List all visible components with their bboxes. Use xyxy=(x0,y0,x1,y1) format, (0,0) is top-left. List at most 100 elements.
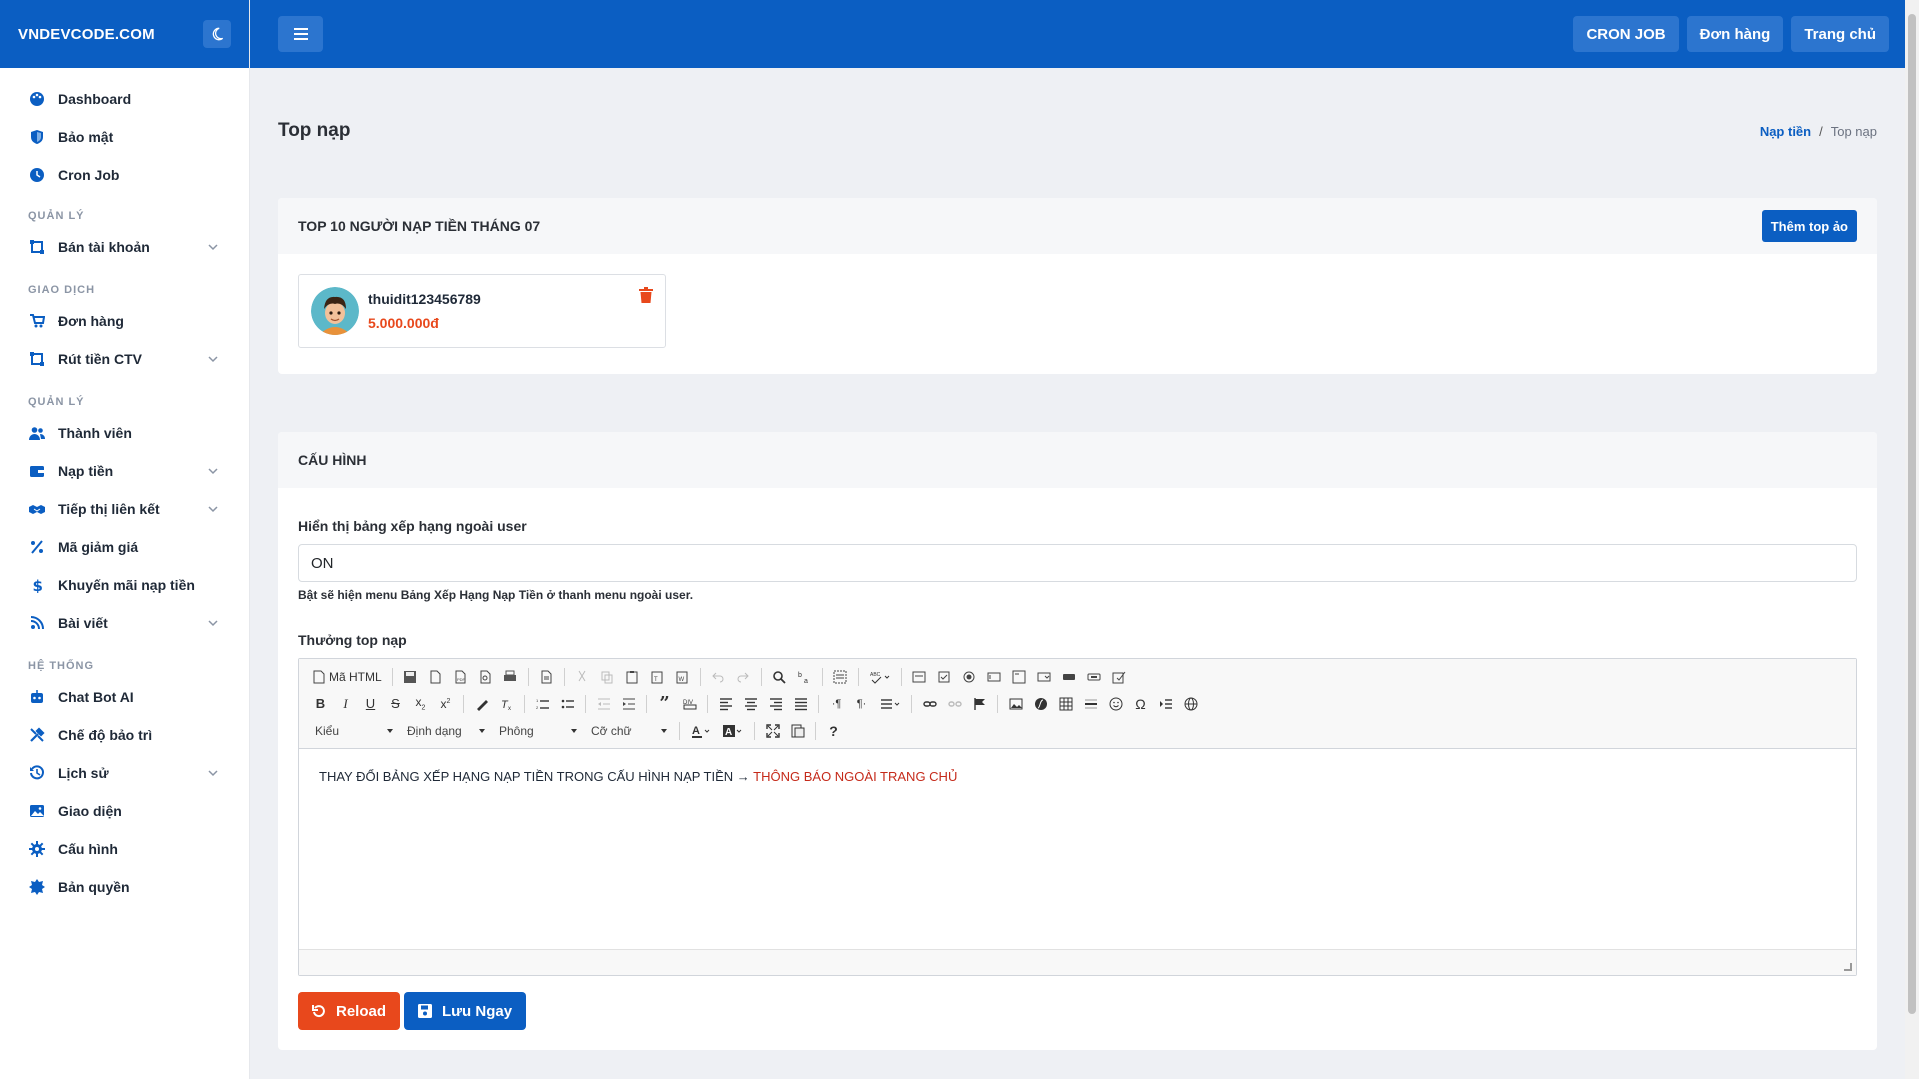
anchor-flag-icon[interactable] xyxy=(968,693,991,715)
sidebar-item-don-hang[interactable]: Đơn hàng xyxy=(0,302,249,340)
paste-word-icon[interactable]: W xyxy=(671,666,694,688)
cron-job-button[interactable]: CRON JOB xyxy=(1573,16,1679,52)
hidden-field-icon[interactable] xyxy=(1108,666,1131,688)
orders-button[interactable]: Đơn hàng xyxy=(1686,16,1784,52)
display-ranking-select[interactable]: ON xyxy=(298,544,1857,582)
text-field-icon[interactable] xyxy=(983,666,1006,688)
sidebar-item-ban-quyen[interactable]: Bản quyền xyxy=(0,868,249,906)
spellcheck-icon[interactable]: ABC xyxy=(865,666,895,688)
underline-icon[interactable]: U xyxy=(359,693,382,715)
new-page-icon[interactable] xyxy=(424,666,447,688)
table-icon[interactable] xyxy=(1054,693,1077,715)
page-scrollbar[interactable] xyxy=(1905,0,1919,1079)
dark-mode-toggle[interactable] xyxy=(203,20,231,48)
save-doc-icon[interactable] xyxy=(399,666,422,688)
copy-icon[interactable] xyxy=(596,666,619,688)
indent-icon[interactable] xyxy=(617,693,640,715)
superscript-icon[interactable]: x2 xyxy=(434,693,457,715)
text-color-icon[interactable]: A xyxy=(686,720,716,742)
menu-toggle-button[interactable] xyxy=(278,16,323,52)
format-dropdown[interactable]: Định dạng xyxy=(401,720,491,742)
select-all-icon[interactable] xyxy=(829,666,852,688)
sidebar-item-chat-bot-ai[interactable]: Chat Bot AI xyxy=(0,678,249,716)
align-right-icon[interactable] xyxy=(764,693,787,715)
unlink-icon[interactable] xyxy=(943,693,966,715)
reload-button[interactable]: Reload xyxy=(298,992,401,1030)
paste-icon[interactable] xyxy=(621,666,644,688)
undo-icon[interactable] xyxy=(707,666,730,688)
sidebar-item-tiep-thi-lien-ket[interactable]: Tiếp thị liên kết xyxy=(0,490,249,528)
styles-dropdown[interactable]: Kiểu xyxy=(309,720,399,742)
sidebar-item-khuyen-mai-nap-tien[interactable]: $ Khuyến mãi nạp tiền xyxy=(0,566,249,604)
textarea-icon[interactable] xyxy=(1008,666,1031,688)
sidebar-item-dashboard[interactable]: Dashboard xyxy=(0,80,249,118)
radio-icon[interactable] xyxy=(958,666,981,688)
breadcrumb-parent-link[interactable]: Nạp tiền xyxy=(1760,124,1811,139)
subscript-icon[interactable]: x2 xyxy=(409,693,432,715)
bold-icon[interactable]: B xyxy=(309,693,332,715)
paste-text-icon[interactable]: T xyxy=(646,666,669,688)
sidebar-item-cau-hinh[interactable]: Cấu hình xyxy=(0,830,249,868)
align-left-icon[interactable] xyxy=(714,693,737,715)
maximize-icon[interactable] xyxy=(761,720,784,742)
scrollbar-thumb[interactable] xyxy=(1908,14,1916,1014)
strikethrough-icon[interactable]: S xyxy=(384,693,407,715)
sidebar-item-bai-viet[interactable]: Bài viết xyxy=(0,604,249,642)
show-blocks-icon[interactable] xyxy=(786,720,809,742)
editor-content[interactable]: THAY ĐỔI BẢNG XẾP HẠNG NẠP TIỀN TRONG CẤ… xyxy=(299,749,1856,949)
iframe-globe-icon[interactable] xyxy=(1179,693,1202,715)
insert-image-icon[interactable] xyxy=(1004,693,1027,715)
sidebar-item-giao-dien[interactable]: Giao diện xyxy=(0,792,249,830)
export-pdf-icon[interactable]: PDF xyxy=(449,666,472,688)
numbered-list-icon[interactable]: 12 xyxy=(531,693,554,715)
templates-icon[interactable] xyxy=(535,666,558,688)
copy-format-icon[interactable] xyxy=(470,693,493,715)
sidebar-item-bao-mat[interactable]: Bảo mật xyxy=(0,118,249,156)
cut-icon[interactable] xyxy=(571,666,594,688)
home-button[interactable]: Trang chủ xyxy=(1791,16,1889,52)
print-icon[interactable] xyxy=(499,666,522,688)
form-icon[interactable] xyxy=(908,666,931,688)
font-dropdown[interactable]: Phông xyxy=(493,720,583,742)
ltr-icon[interactable]: ·¶ xyxy=(825,693,848,715)
help-icon[interactable]: ? xyxy=(822,720,845,742)
create-div-icon[interactable]: DIV xyxy=(678,693,701,715)
sidebar-item-ma-giam-gia[interactable]: Mã giảm giá xyxy=(0,528,249,566)
remove-format-icon[interactable]: Tx xyxy=(495,693,518,715)
sidebar-item-lich-su[interactable]: Lịch sử xyxy=(0,754,249,792)
horizontal-rule-icon[interactable] xyxy=(1079,693,1102,715)
align-center-icon[interactable] xyxy=(739,693,762,715)
outdent-icon[interactable] xyxy=(592,693,615,715)
resize-grip-icon[interactable] xyxy=(1844,963,1852,971)
smiley-icon[interactable] xyxy=(1104,693,1127,715)
bg-color-icon[interactable]: A xyxy=(718,720,748,742)
align-justify-icon[interactable] xyxy=(789,693,812,715)
brand-logo-text[interactable]: VNDEVCODE.COM xyxy=(18,26,155,43)
add-fake-top-button[interactable]: Thêm top ảo xyxy=(1761,210,1857,242)
sidebar-item-che-do-bao-tri[interactable]: Chế độ bảo trì xyxy=(0,716,249,754)
find-icon[interactable] xyxy=(768,666,791,688)
redo-icon[interactable] xyxy=(732,666,755,688)
sidebar-item-nap-tien[interactable]: Nạp tiền xyxy=(0,452,249,490)
flash-icon[interactable] xyxy=(1029,693,1052,715)
font-size-dropdown[interactable]: Cỡ chữ xyxy=(585,720,673,742)
preview-icon[interactable] xyxy=(474,666,497,688)
link-icon[interactable] xyxy=(918,693,941,715)
image-button-icon[interactable] xyxy=(1083,666,1106,688)
bulleted-list-icon[interactable] xyxy=(556,693,579,715)
sidebar-item-ban-tai-khoan[interactable]: Bán tài khoản xyxy=(0,228,249,266)
source-html-button[interactable]: Mã HTML xyxy=(309,666,386,688)
rtl-icon[interactable]: ¶· xyxy=(850,693,873,715)
language-icon[interactable] xyxy=(875,693,905,715)
page-break-icon[interactable] xyxy=(1154,693,1177,715)
checkbox-icon[interactable] xyxy=(933,666,956,688)
select-field-icon[interactable] xyxy=(1033,666,1056,688)
italic-icon[interactable]: I xyxy=(334,693,357,715)
blockquote-icon[interactable]: ” xyxy=(653,693,676,715)
replace-icon[interactable]: ba xyxy=(793,666,816,688)
trash-icon[interactable] xyxy=(639,287,653,303)
sidebar-item-cron-job[interactable]: Cron Job xyxy=(0,156,249,194)
button-field-icon[interactable] xyxy=(1058,666,1081,688)
sidebar-item-thanh-vien[interactable]: Thành viên xyxy=(0,414,249,452)
sidebar-item-rut-tien-ctv[interactable]: Rút tiền CTV xyxy=(0,340,249,378)
